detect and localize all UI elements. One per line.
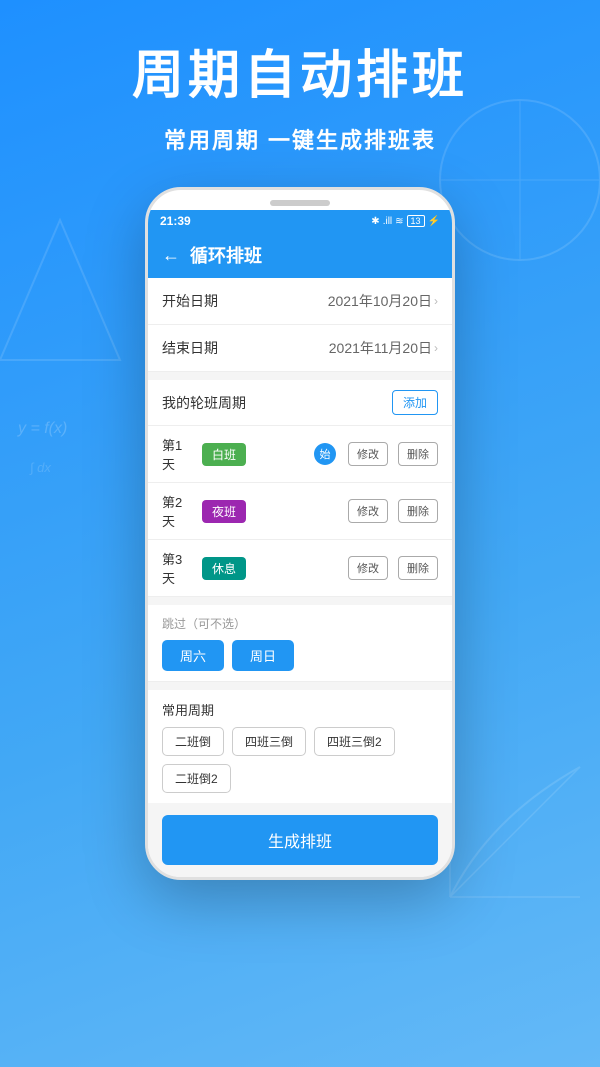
bluetooth-icon: ✱ (371, 216, 379, 227)
phone-mockup: 21:39 ✱ .ill ≋ 13 ⚡ ← 循环排班 开始日期 2021年10月… (145, 187, 455, 880)
shift-day-2: 第2天 (162, 492, 194, 530)
status-icons: ✱ .ill ≋ 13 ⚡ (371, 215, 440, 227)
main-title: 周期自动排班 (0, 48, 600, 105)
start-badge-1: 始 (314, 443, 336, 465)
delete-button-2[interactable]: 删除 (398, 499, 438, 523)
common-cycles-section: 常用周期 二班倒四班三倒四班三倒2 二班倒2 (148, 690, 452, 803)
shift-badge-3: 休息 (202, 557, 246, 580)
battery-icon: 13 (407, 215, 425, 227)
shift-row-1: 第1天白班 始修改删除 (148, 426, 452, 483)
signal-icon: .ill (383, 216, 392, 227)
skip-section: 跳过（可不选） 周六 周日 (148, 605, 452, 682)
generate-button[interactable]: 生成排班 (162, 815, 438, 865)
sub-title: 常用周期 一键生成排班表 (0, 123, 600, 155)
phone-wrapper: 21:39 ✱ .ill ≋ 13 ⚡ ← 循环排班 开始日期 2021年10月… (0, 187, 600, 880)
skip-title: 跳过（可不选） (162, 615, 438, 632)
common-cycle-button-3[interactable]: 四班三倒2 (314, 727, 395, 756)
status-time: 21:39 (160, 214, 191, 228)
back-button[interactable]: ← (162, 245, 180, 266)
shift-day-3: 第3天 (162, 549, 194, 587)
my-shift-label: 我的轮班周期 (162, 393, 246, 413)
end-date-label: 结束日期 (162, 338, 218, 358)
shift-day-1: 第1天 (162, 435, 194, 473)
app-title: 循环排班 (190, 242, 262, 268)
common-cycle-button-1[interactable]: 二班倒 (162, 727, 224, 756)
end-date-value: 2021年11月20日 › (329, 338, 438, 358)
skip-buttons: 周六 周日 (162, 640, 438, 671)
edit-button-3[interactable]: 修改 (348, 556, 388, 580)
common-cycles-title: 常用周期 (162, 700, 438, 719)
shift-row-2: 第2天夜班 修改删除 (148, 483, 452, 540)
end-date-row[interactable]: 结束日期 2021年11月20日 › (148, 325, 452, 372)
common-cycle-buttons: 二班倒四班三倒四班三倒2 二班倒2 (162, 727, 438, 793)
common-cycle-button-4[interactable]: 二班倒2 (162, 764, 231, 793)
shift-rows: 第1天白班始修改删除第2天夜班修改删除第3天休息修改删除 (148, 426, 452, 597)
shift-badge-1: 白班 (202, 443, 246, 466)
charging-icon: ⚡ (428, 216, 440, 227)
edit-button-1[interactable]: 修改 (348, 442, 388, 466)
content-area: 开始日期 2021年10月20日 › 结束日期 2021年11月20日 › 我的… (148, 278, 452, 877)
generate-section: 生成排班 (148, 803, 452, 877)
header-section: 周期自动排班 常用周期 一键生成排班表 (0, 0, 600, 155)
phone-notch (270, 200, 330, 206)
chevron-icon-2: › (434, 341, 438, 355)
app-header: ← 循环排班 (148, 232, 452, 278)
add-shift-button[interactable]: 添加 (392, 390, 438, 415)
skip-saturday-button[interactable]: 周六 (162, 640, 224, 671)
delete-button-1[interactable]: 删除 (398, 442, 438, 466)
common-cycle-button-2[interactable]: 四班三倒 (232, 727, 306, 756)
status-bar: 21:39 ✱ .ill ≋ 13 ⚡ (148, 210, 452, 232)
shift-badge-2: 夜班 (202, 500, 246, 523)
wifi-icon: ≋ (395, 216, 403, 227)
start-date-label: 开始日期 (162, 291, 218, 311)
delete-button-3[interactable]: 删除 (398, 556, 438, 580)
my-shift-section-header: 我的轮班周期 添加 (148, 380, 452, 426)
start-date-row[interactable]: 开始日期 2021年10月20日 › (148, 278, 452, 325)
start-date-value: 2021年10月20日 › (328, 291, 438, 311)
skip-sunday-button[interactable]: 周日 (232, 640, 294, 671)
shift-row-3: 第3天休息 修改删除 (148, 540, 452, 597)
edit-button-2[interactable]: 修改 (348, 499, 388, 523)
chevron-icon: › (434, 294, 438, 308)
